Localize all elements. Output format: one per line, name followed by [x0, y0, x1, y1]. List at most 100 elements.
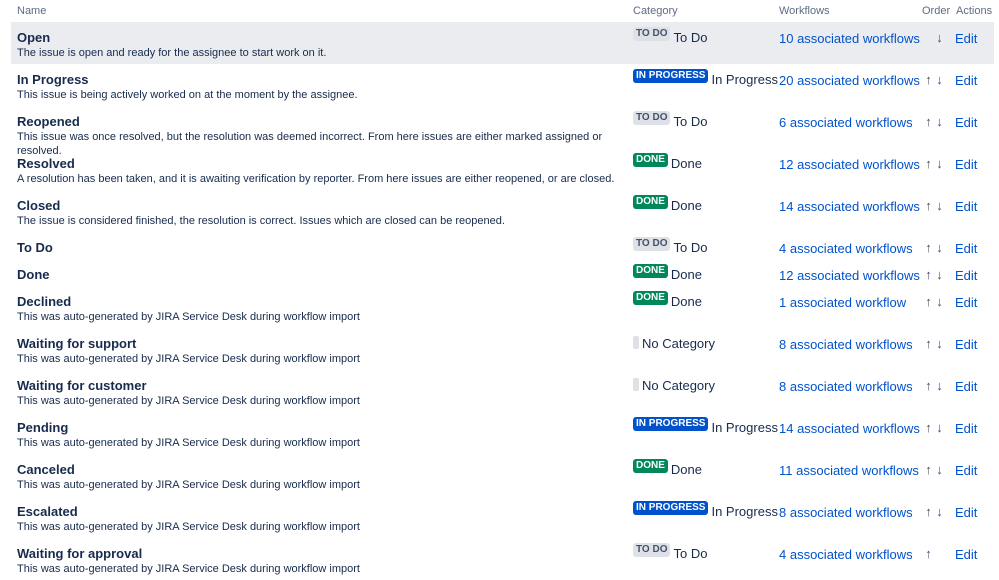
move-up-icon[interactable]: ↑ — [923, 504, 934, 519]
table-row: Escalated This was auto-generated by JIRA… — [0, 496, 999, 538]
status-description: This was auto-generated by JIRA Service … — [17, 563, 360, 575]
associated-workflows-link[interactable]: 8 associated workflows — [779, 505, 913, 520]
move-down-icon[interactable]: ↓ — [934, 198, 945, 213]
associated-workflows-link[interactable]: 6 associated workflows — [779, 115, 913, 130]
order-controls: ↑↓ — [923, 504, 945, 519]
edit-link[interactable]: Edit — [955, 268, 977, 283]
move-up-icon[interactable]: ↑ — [923, 378, 934, 393]
category-lozenge: TO DO — [633, 237, 671, 251]
associated-workflows-link[interactable]: 8 associated workflows — [779, 379, 913, 394]
table-row: In Progress This issue is being actively … — [0, 64, 999, 106]
move-down-icon[interactable]: ↓ — [934, 156, 945, 171]
move-up-icon[interactable]: ↑ — [923, 240, 934, 255]
edit-link[interactable]: Edit — [955, 199, 977, 214]
move-up-icon[interactable]: ↑ — [923, 546, 934, 561]
edit-link[interactable]: Edit — [955, 115, 977, 130]
move-up-icon[interactable]: ↑ — [923, 198, 934, 213]
category-label: To Do — [673, 114, 708, 129]
move-down-icon[interactable]: ↓ — [934, 420, 945, 435]
associated-workflows-link[interactable]: 1 associated workflow — [779, 295, 906, 310]
edit-link[interactable]: Edit — [955, 421, 977, 436]
order-controls: ↑↓ — [923, 267, 945, 282]
move-up-icon[interactable]: ↑ — [923, 156, 934, 171]
move-up-icon[interactable]: ↑ — [923, 267, 934, 282]
move-up-icon[interactable]: ↑ — [923, 294, 934, 309]
associated-workflows-link[interactable]: 14 associated workflows — [779, 199, 920, 214]
order-controls: ↑↓ — [923, 546, 945, 561]
status-category: IN PROGRESS In Progress — [633, 500, 778, 519]
edit-link[interactable]: Edit — [955, 241, 977, 256]
status-name-cell: Waiting for customer This was auto-genera… — [17, 378, 617, 408]
status-name: Waiting for customer — [17, 378, 147, 393]
category-label: To Do — [673, 546, 708, 561]
status-category: DONE Done — [633, 263, 702, 282]
move-down-icon[interactable]: ↓ — [934, 267, 945, 282]
edit-link[interactable]: Edit — [955, 157, 977, 172]
status-category: DONE Done — [633, 290, 702, 309]
move-up-icon[interactable]: ↑ — [923, 114, 934, 129]
edit-link[interactable]: Edit — [955, 73, 977, 88]
move-down-icon[interactable]: ↓ — [934, 114, 945, 129]
move-down-icon[interactable]: ↓ — [934, 336, 945, 351]
edit-link[interactable]: Edit — [955, 463, 977, 478]
table-row: Waiting for support This was auto-generat… — [0, 328, 999, 370]
category-lozenge: IN PROGRESS — [633, 417, 709, 431]
edit-link[interactable]: Edit — [955, 31, 977, 46]
move-down-icon[interactable]: ↓ — [934, 72, 945, 87]
move-up-icon[interactable]: ↑ — [923, 462, 934, 477]
order-controls: ↑↓ — [923, 114, 945, 129]
move-down-icon[interactable]: ↓ — [934, 378, 945, 393]
status-name-cell: Waiting for support This was auto-generat… — [17, 336, 617, 366]
move-down-icon[interactable]: ↓ — [934, 240, 945, 255]
table-row: To Do TO DO To Do 4 associated workflows ↑ ↓ E… — [0, 232, 999, 259]
associated-workflows-link[interactable]: 12 associated workflows — [779, 268, 920, 283]
status-description: The issue is considered finished, the re… — [17, 215, 505, 227]
associated-workflows-link[interactable]: 8 associated workflows — [779, 337, 913, 352]
move-down-icon[interactable]: ↓ — [934, 504, 945, 519]
edit-link[interactable]: Edit — [955, 505, 977, 520]
status-category: No Category — [633, 374, 715, 393]
associated-workflows-link[interactable]: 20 associated workflows — [779, 73, 920, 88]
category-label: In Progress — [711, 504, 778, 519]
status-name-cell: Canceled This was auto-generated by JIRA … — [17, 462, 617, 492]
associated-workflows-link[interactable]: 4 associated workflows — [779, 547, 913, 562]
table-row: Waiting for customer This was auto-genera… — [0, 370, 999, 412]
status-name-cell: Pending This was auto-generated by JIRA S… — [17, 420, 617, 450]
associated-workflows-link[interactable]: 11 associated workflows — [779, 463, 919, 478]
status-name: Pending — [17, 420, 69, 435]
table-row: Open The issue is open and ready for the … — [11, 22, 994, 64]
category-lozenge — [633, 336, 639, 349]
table-row: Canceled This was auto-generated by JIRA … — [0, 454, 999, 496]
category-lozenge — [633, 378, 639, 391]
category-label: Done — [670, 267, 702, 282]
edit-link[interactable]: Edit — [955, 337, 977, 352]
move-down-icon[interactable]: ↓ — [934, 462, 945, 477]
table-row: Resolved A resolution has been taken, and… — [0, 148, 999, 190]
associated-workflows-link[interactable]: 4 associated workflows — [779, 241, 913, 256]
status-category: No Category — [633, 332, 715, 351]
edit-link[interactable]: Edit — [955, 295, 977, 310]
status-category: DONE Done — [633, 458, 702, 477]
order-controls: ↑↓ — [923, 378, 945, 393]
associated-workflows-link[interactable]: 12 associated workflows — [779, 157, 920, 172]
status-name: Declined — [17, 294, 72, 309]
category-lozenge: IN PROGRESS — [633, 69, 709, 83]
status-name: In Progress — [17, 72, 89, 87]
move-down-icon[interactable]: ↓ — [934, 30, 945, 45]
status-category: IN PROGRESS In Progress — [633, 416, 778, 435]
status-name-cell: In Progress This issue is being actively … — [17, 72, 617, 102]
status-category: DONE Done — [633, 194, 702, 213]
move-up-icon[interactable]: ↑ — [923, 420, 934, 435]
status-name-cell: To Do — [17, 240, 617, 256]
move-down-icon[interactable]: ↓ — [934, 294, 945, 309]
status-name-cell: Closed The issue is considered finished, … — [17, 198, 617, 228]
status-description: A resolution has been taken, and it is a… — [17, 173, 615, 185]
associated-workflows-link[interactable]: 14 associated workflows — [779, 421, 920, 436]
edit-link[interactable]: Edit — [955, 379, 977, 394]
edit-link[interactable]: Edit — [955, 547, 977, 562]
move-up-icon[interactable]: ↑ — [923, 336, 934, 351]
statuses-table: Name Category Workflows Order Actions Op… — [0, 0, 999, 580]
status-name: Waiting for support — [17, 336, 137, 351]
move-up-icon[interactable]: ↑ — [923, 72, 934, 87]
associated-workflows-link[interactable]: 10 associated workflows — [779, 31, 920, 46]
